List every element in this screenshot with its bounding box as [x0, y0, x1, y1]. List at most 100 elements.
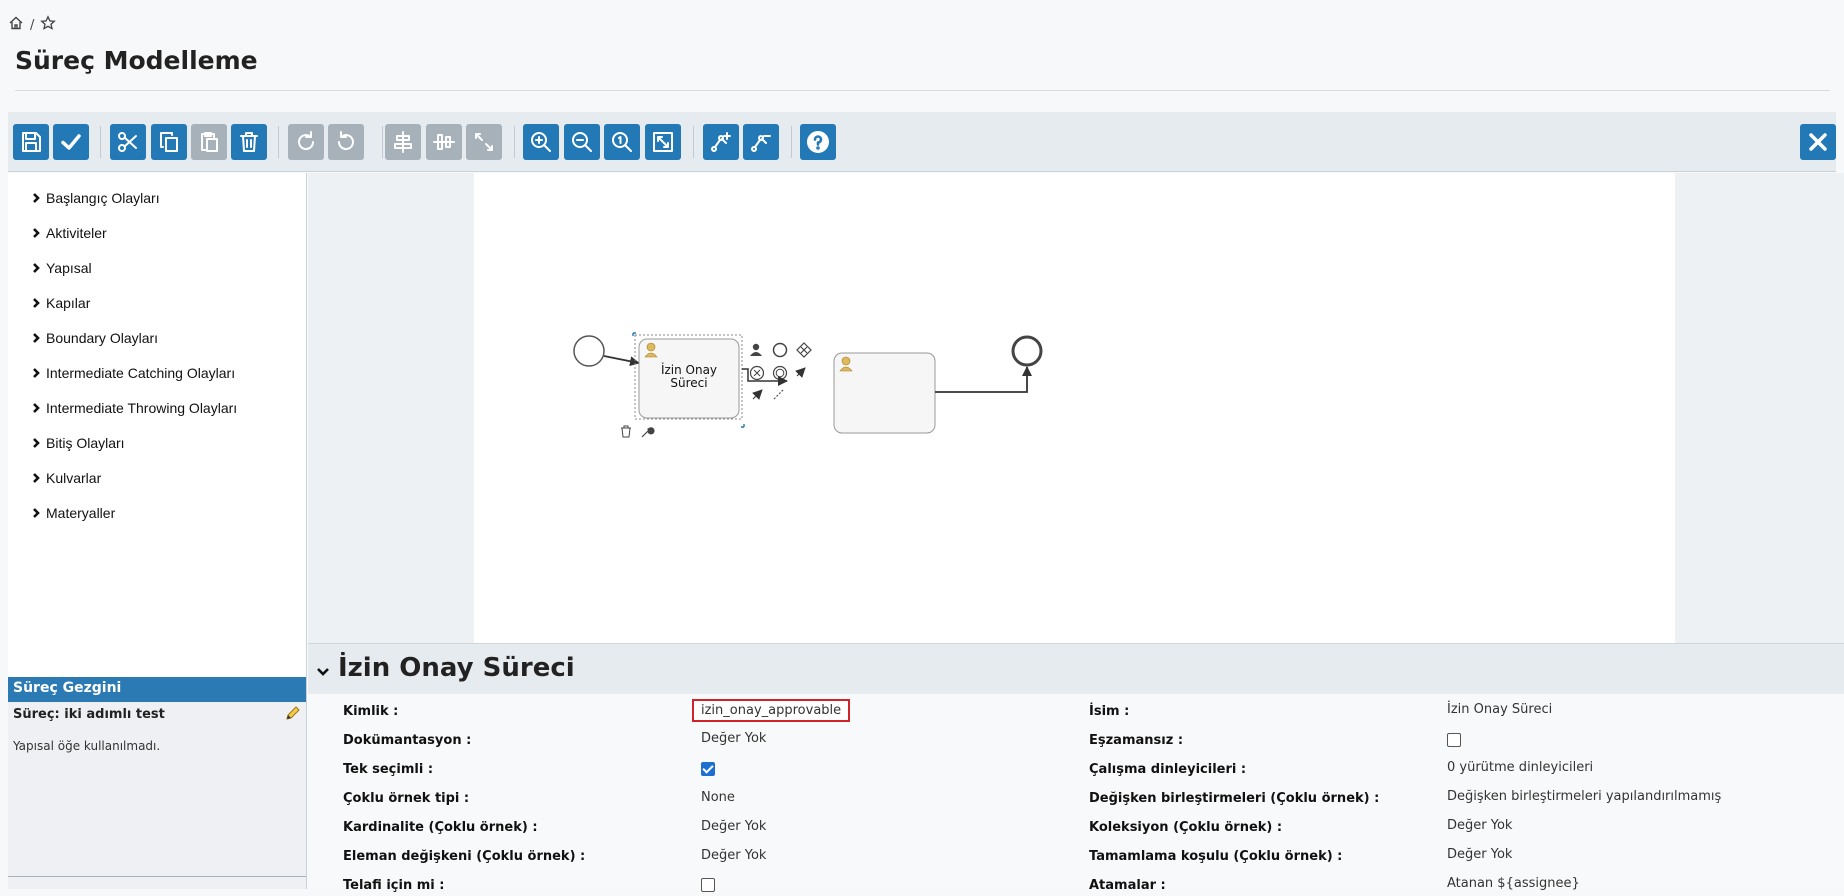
async-checkbox[interactable] — [1447, 733, 1461, 747]
zoom-actual-button[interactable] — [604, 124, 640, 160]
palette-item-label: Bitiş Olayları — [46, 435, 125, 451]
gateway-pad-icon[interactable] — [796, 342, 812, 358]
close-icon — [1809, 133, 1827, 151]
timer-pad-icon[interactable] — [749, 365, 765, 381]
delete-button[interactable] — [231, 124, 267, 160]
resize-icon — [475, 133, 493, 151]
copy-button[interactable] — [151, 124, 187, 160]
palette-item-label: Yapısal — [46, 260, 92, 276]
close-editor-button[interactable] — [1800, 124, 1836, 160]
diagram-canvas[interactable]: İzin Onay Süreci — [474, 173, 1675, 643]
id-value: izin_onay_approvable — [692, 699, 851, 722]
same-size-button[interactable] — [466, 124, 502, 160]
palette-swimlanes[interactable]: Kulvarlar — [30, 468, 101, 488]
prop-value-completion-condition[interactable]: Değer Yok — [1447, 847, 1512, 862]
chevron-right-icon — [30, 191, 44, 205]
trash-icon[interactable] — [621, 425, 631, 438]
palette-intermediate-catching[interactable]: Intermediate Catching Olayları — [30, 363, 235, 383]
prop-value-collection[interactable]: Değer Yok — [1447, 818, 1512, 833]
align-vertical-button[interactable] — [426, 124, 462, 160]
align-horizontal-button[interactable] — [385, 124, 421, 160]
prop-value-cardinality[interactable]: Değer Yok — [701, 819, 766, 834]
prop-label-collection: Koleksiyon (Çoklu örnek) : — [1089, 820, 1283, 835]
end-event[interactable] — [1011, 335, 1043, 367]
connection-pad-icon[interactable] — [752, 389, 763, 400]
save-button[interactable] — [13, 124, 49, 160]
prop-label-name: İsim : — [1089, 704, 1130, 719]
prop-value-id[interactable]: izin_onay_approvable — [692, 699, 851, 722]
chevron-right-icon — [30, 331, 44, 345]
add-bendpoint-icon — [711, 132, 731, 152]
title-divider — [15, 90, 1830, 91]
user-task-pad-icon[interactable] — [750, 343, 762, 356]
palette-gateways[interactable]: Kapılar — [30, 293, 90, 313]
prop-value-execution-listeners[interactable]: 0 yürütme dinleyicileri — [1447, 760, 1593, 775]
toolbar-divider — [100, 126, 101, 158]
palette-item-label: Aktiviteler — [46, 225, 107, 241]
zoom-out-icon — [572, 132, 592, 152]
palette-boundary-events[interactable]: Boundary Olayları — [30, 328, 158, 348]
prop-label-cardinality: Kardinalite (Çoklu örnek) : — [343, 820, 538, 835]
prop-value-multi-instance-type[interactable]: None — [701, 790, 735, 805]
palette-structural[interactable]: Yapısal — [30, 258, 92, 278]
palette-item-label: Intermediate Throwing Olayları — [46, 400, 238, 416]
palette-item-label: Materyaller — [46, 505, 116, 521]
paste-button[interactable] — [191, 124, 227, 160]
cut-button[interactable] — [110, 124, 146, 160]
zoom-in-button[interactable] — [523, 124, 559, 160]
prop-value-documentation[interactable]: Değer Yok — [701, 731, 766, 746]
palette-start-events[interactable]: Başlangıç Olayları — [30, 188, 160, 208]
navigator-note: Yapısal öğe kullanılmadı. — [13, 739, 161, 753]
remove-bendpoint-button[interactable] — [743, 124, 779, 160]
navigator-process-name: Süreç: iki adımlı test — [13, 707, 165, 722]
undo-button[interactable] — [328, 124, 364, 160]
help-button[interactable] — [800, 124, 836, 160]
end-event-pad-icon[interactable] — [772, 365, 788, 381]
pad-arrow-icon[interactable] — [795, 367, 806, 378]
user-task-2[interactable] — [833, 352, 936, 434]
prop-label-assignments: Atamalar : — [1089, 878, 1166, 893]
prop-label-execution-listeners: Çalışma dinleyicileri : — [1089, 762, 1247, 777]
shape-palette: Başlangıç Olayları Aktiviteler Yapısal K… — [8, 173, 307, 677]
start-event[interactable] — [573, 335, 605, 367]
add-bendpoint-button[interactable] — [703, 124, 739, 160]
chevron-down-icon[interactable] — [316, 664, 330, 678]
editor-toolbar — [8, 112, 1836, 172]
wrench-icon[interactable] — [641, 427, 655, 438]
save-icon — [22, 132, 41, 152]
star-icon[interactable] — [40, 15, 57, 35]
home-icon[interactable] — [8, 15, 24, 35]
sequence-flow[interactable] — [603, 355, 640, 367]
prop-value-variable-aggregations[interactable]: Değişken birleştirmeleri yapılandırılmam… — [1447, 789, 1721, 804]
selection-handle[interactable] — [741, 424, 745, 428]
navigator-divider — [8, 876, 306, 877]
sequence-flow[interactable] — [935, 366, 1032, 393]
zoom-out-button[interactable] — [564, 124, 600, 160]
properties-header[interactable]: İzin Onay Süreci — [308, 644, 1844, 694]
process-navigator: Süreç Gezgini Süreç: iki adımlı test Yap… — [8, 677, 307, 889]
prop-value-name[interactable]: İzin Onay Süreci — [1447, 702, 1552, 717]
redo-button[interactable] — [288, 124, 324, 160]
zoom-fit-icon — [653, 132, 673, 152]
chevron-right-icon — [30, 401, 44, 415]
compensation-checkbox[interactable] — [701, 878, 715, 892]
palette-end-events[interactable]: Bitiş Olayları — [30, 433, 125, 453]
prop-value-async[interactable] — [1447, 733, 1461, 751]
single-select-checkbox[interactable] — [701, 762, 715, 776]
prop-value-single-select[interactable] — [701, 762, 715, 780]
association-pad-icon[interactable] — [773, 388, 785, 400]
palette-intermediate-throwing[interactable]: Intermediate Throwing Olayları — [30, 398, 237, 418]
breadcrumb-separator: / — [30, 17, 35, 33]
palette-activities[interactable]: Aktiviteler — [30, 223, 107, 243]
palette-artifacts[interactable]: Materyaller — [30, 503, 115, 523]
pencil-icon[interactable] — [285, 705, 301, 721]
validate-button[interactable] — [53, 124, 89, 160]
align-vertical-icon — [433, 134, 455, 150]
prop-value-element-variable[interactable]: Değer Yok — [701, 848, 766, 863]
prop-value-compensation[interactable] — [701, 878, 715, 896]
chevron-right-icon — [30, 471, 44, 485]
zoom-fit-button[interactable] — [645, 124, 681, 160]
event-pad-icon[interactable] — [772, 342, 788, 358]
chevron-right-icon — [30, 296, 44, 310]
breadcrumb: / — [8, 15, 57, 35]
